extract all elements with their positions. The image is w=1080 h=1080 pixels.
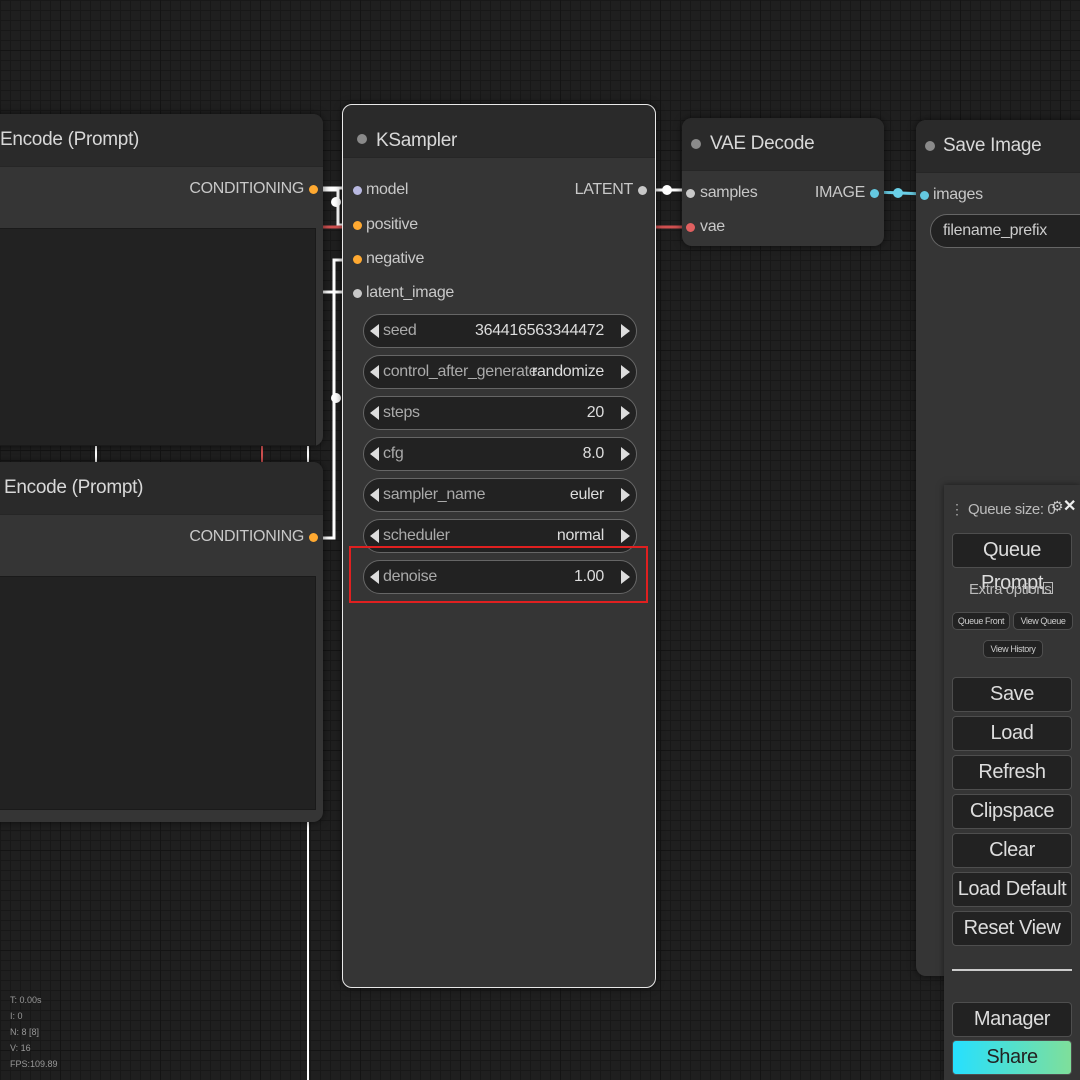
latent-image-input-label: latent_image: [366, 284, 455, 301]
model-input-label: model: [366, 181, 409, 198]
image-output-slot[interactable]: [870, 189, 879, 198]
increment-arrow-icon[interactable]: [621, 365, 630, 379]
filename-prefix-widget[interactable]: filename_prefix: [930, 214, 1080, 248]
node-title-bar[interactable]: VAE Decode: [682, 118, 884, 171]
extra-options-label: Extra options: [969, 581, 1052, 598]
widget-label: cfg: [383, 445, 404, 462]
steps-widget[interactable]: steps 20: [363, 396, 637, 430]
negative-input-slot[interactable]: [353, 255, 362, 264]
conditioning-output-slot[interactable]: [309, 533, 318, 542]
node-title: Encode (Prompt): [4, 477, 144, 498]
latent-image-input-slot[interactable]: [353, 289, 362, 298]
node-title: t Encode (Prompt): [0, 129, 140, 150]
increment-arrow-icon[interactable]: [621, 488, 630, 502]
load-default-button[interactable]: Load Default: [952, 872, 1072, 907]
clipspace-button[interactable]: Clipspace: [952, 794, 1072, 829]
save-button[interactable]: Save: [952, 677, 1072, 712]
decrement-arrow-icon[interactable]: [370, 488, 379, 502]
control-after-generate-widget[interactable]: control_after_generate randomize: [363, 355, 637, 389]
queue-front-button[interactable]: Queue Front: [952, 612, 1010, 630]
seed-widget[interactable]: seed 364416563344472: [363, 314, 637, 348]
increment-arrow-icon[interactable]: [621, 447, 630, 461]
decrement-arrow-icon[interactable]: [370, 324, 379, 338]
widget-label: steps: [383, 404, 420, 421]
widget-value: 20: [586, 404, 605, 421]
latent-output-label: LATENT: [574, 181, 634, 198]
widget-label: seed: [383, 322, 417, 339]
stat-iterations: I: 0: [10, 1011, 23, 1021]
image-output-label: IMAGE: [814, 184, 865, 201]
latent-output-slot[interactable]: [638, 186, 647, 195]
conditioning-output-label: CONDITIONING: [189, 528, 304, 545]
view-history-button[interactable]: View History: [983, 640, 1043, 658]
clip-text-encode-node-bottom[interactable]: Encode (Prompt) CONDITIONING: [0, 462, 323, 822]
queue-size-label: Queue size: 0: [968, 501, 1056, 518]
extra-options-checkbox[interactable]: [1043, 582, 1053, 594]
node-title-bar[interactable]: KSampler: [343, 105, 655, 158]
refresh-button[interactable]: Refresh: [952, 755, 1072, 790]
stat-fps: FPS:109.89: [10, 1059, 58, 1069]
stat-nodes: N: 8 [8]: [10, 1027, 40, 1037]
node-title: VAE Decode: [710, 133, 815, 154]
conditioning-output-label: CONDITIONING: [189, 180, 304, 197]
conditioning-output-slot[interactable]: [309, 185, 318, 194]
node-title: Save Image: [943, 135, 1042, 156]
widget-value: 364416563344472: [475, 322, 604, 339]
cfg-widget[interactable]: cfg 8.0: [363, 437, 637, 471]
clip-text-encode-node-top[interactable]: t Encode (Prompt) CONDITIONING: [0, 114, 323, 446]
stat-vertices: V: 16: [10, 1043, 31, 1053]
collapse-dot-icon[interactable]: [357, 134, 367, 144]
decrement-arrow-icon[interactable]: [370, 447, 379, 461]
widget-label: sampler_name: [383, 486, 486, 503]
vae-input-slot[interactable]: [686, 223, 695, 232]
menu-divider: [952, 969, 1072, 971]
drag-handle-icon[interactable]: ⋮: [950, 501, 964, 518]
widget-value: 8.0: [582, 445, 605, 462]
widget-value: normal: [556, 527, 604, 544]
images-input-slot[interactable]: [920, 191, 929, 200]
positive-input-label: positive: [366, 216, 418, 233]
increment-arrow-icon[interactable]: [621, 529, 630, 543]
widget-label: control_after_generate: [383, 363, 538, 380]
sampler-name-widget[interactable]: sampler_name euler: [363, 478, 637, 512]
model-input-slot[interactable]: [353, 186, 362, 195]
negative-input-label: negative: [366, 250, 425, 267]
collapse-dot-icon[interactable]: [691, 139, 701, 149]
increment-arrow-icon[interactable]: [621, 406, 630, 420]
decrement-arrow-icon[interactable]: [370, 406, 379, 420]
node-title: KSampler: [376, 130, 458, 151]
samples-input-label: samples: [700, 184, 758, 201]
decrement-arrow-icon[interactable]: [370, 529, 379, 543]
decrement-arrow-icon[interactable]: [370, 365, 379, 379]
canvas-stats: T: 0.00s I: 0 N: 8 [8] V: 16 FPS:109.89: [10, 992, 58, 1072]
vae-decode-node[interactable]: VAE Decode samples vae IMAGE: [682, 118, 884, 246]
node-title-bar[interactable]: t Encode (Prompt): [0, 114, 323, 167]
widget-value: euler: [569, 486, 604, 503]
prompt-text-area[interactable]: [0, 228, 316, 446]
reset-view-button[interactable]: Reset View: [952, 911, 1072, 946]
widget-value: randomize: [531, 363, 604, 380]
stat-time: T: 0.00s: [10, 995, 42, 1005]
comfy-side-menu: ⋮ Queue size: 0 ⚙ ✕ Queue Prompt Extra o…: [944, 485, 1080, 1080]
load-button[interactable]: Load: [952, 716, 1072, 751]
view-queue-button[interactable]: View Queue: [1013, 612, 1073, 630]
close-icon[interactable]: ✕: [1063, 496, 1076, 516]
images-input-label: images: [933, 186, 983, 203]
increment-arrow-icon[interactable]: [621, 324, 630, 338]
queue-prompt-button[interactable]: Queue Prompt: [952, 533, 1072, 594]
denoise-highlight-box: [349, 546, 648, 603]
samples-input-slot[interactable]: [686, 189, 695, 198]
node-title-bar[interactable]: Encode (Prompt): [0, 462, 323, 515]
clear-button[interactable]: Clear: [952, 833, 1072, 868]
collapse-dot-icon[interactable]: [925, 141, 935, 151]
widget-label: scheduler: [383, 527, 450, 544]
prompt-text-area[interactable]: [0, 576, 316, 810]
settings-gear-icon[interactable]: ⚙: [1051, 498, 1064, 515]
filename-prefix-label: filename_prefix: [943, 222, 1048, 239]
share-button[interactable]: Share: [952, 1040, 1072, 1075]
vae-input-label: vae: [700, 218, 725, 235]
positive-input-slot[interactable]: [353, 221, 362, 230]
node-title-bar[interactable]: Save Image: [916, 120, 1080, 173]
manager-button[interactable]: Manager: [952, 1002, 1072, 1037]
